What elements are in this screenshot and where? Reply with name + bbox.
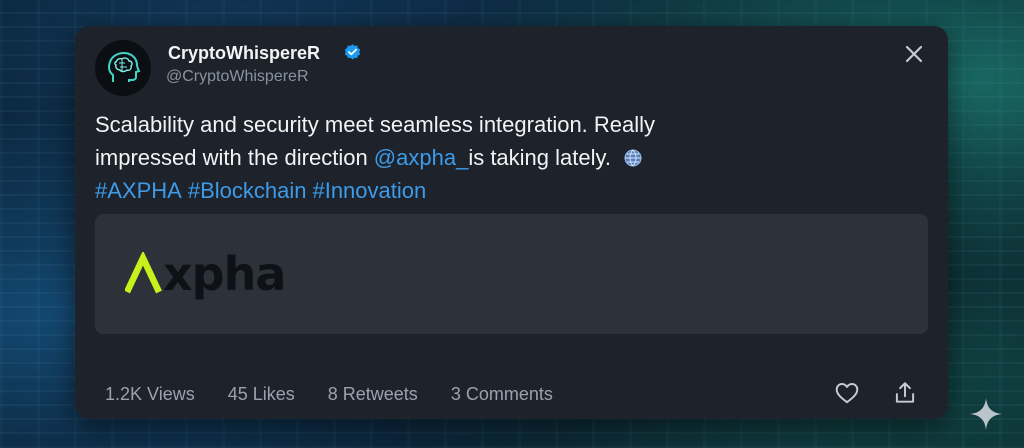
tweet-text-before-mention: impressed with the direction <box>95 145 374 170</box>
heart-icon[interactable] <box>834 380 860 406</box>
user-handle[interactable]: @CryptoWhispereR <box>166 68 309 86</box>
hashtag-innovation[interactable]: #Innovation <box>312 178 426 203</box>
share-icon[interactable] <box>892 380 918 406</box>
mention-link[interactable]: @axpha_ <box>374 145 469 170</box>
verified-badge-icon <box>344 44 361 60</box>
tweet-card: CryptoWhispereR @CryptoWhispereR Scalabi… <box>75 26 948 419</box>
sparkle-icon <box>970 398 1002 430</box>
tweet-text-line-1: Scalability and security meet seamless i… <box>95 112 656 137</box>
close-icon[interactable] <box>902 42 926 66</box>
media-preview[interactable]: xpha <box>95 214 928 334</box>
likes-count[interactable]: 45 Likes <box>228 384 295 405</box>
tweet-text-after-mention: is taking lately. <box>468 145 611 170</box>
hashtags: #AXPHA #Blockchain #Innovation <box>95 174 795 207</box>
axpha-logo-mark <box>125 252 162 294</box>
axpha-logo-text: xpha <box>163 247 286 301</box>
globe-icon <box>624 149 642 167</box>
brain-head-icon <box>108 51 141 82</box>
engagement-stats: 1.2K Views 45 Likes 8 Retweets 3 Comment… <box>105 384 586 405</box>
comments-count[interactable]: 3 Comments <box>451 384 553 405</box>
tweet-text: Scalability and security meet seamless i… <box>95 108 795 207</box>
tweet-actions <box>834 380 918 406</box>
hashtag-blockchain[interactable]: #Blockchain <box>188 178 307 203</box>
display-name[interactable]: CryptoWhispereR <box>168 43 320 64</box>
tweet-text-line-2: impressed with the direction @axpha_is t… <box>95 141 795 174</box>
avatar[interactable] <box>95 40 151 96</box>
views-count: 1.2K Views <box>105 384 195 404</box>
retweets-count[interactable]: 8 Retweets <box>328 384 418 405</box>
axpha-logo: xpha <box>125 244 286 304</box>
hashtag-axpha[interactable]: #AXPHA <box>95 178 182 203</box>
